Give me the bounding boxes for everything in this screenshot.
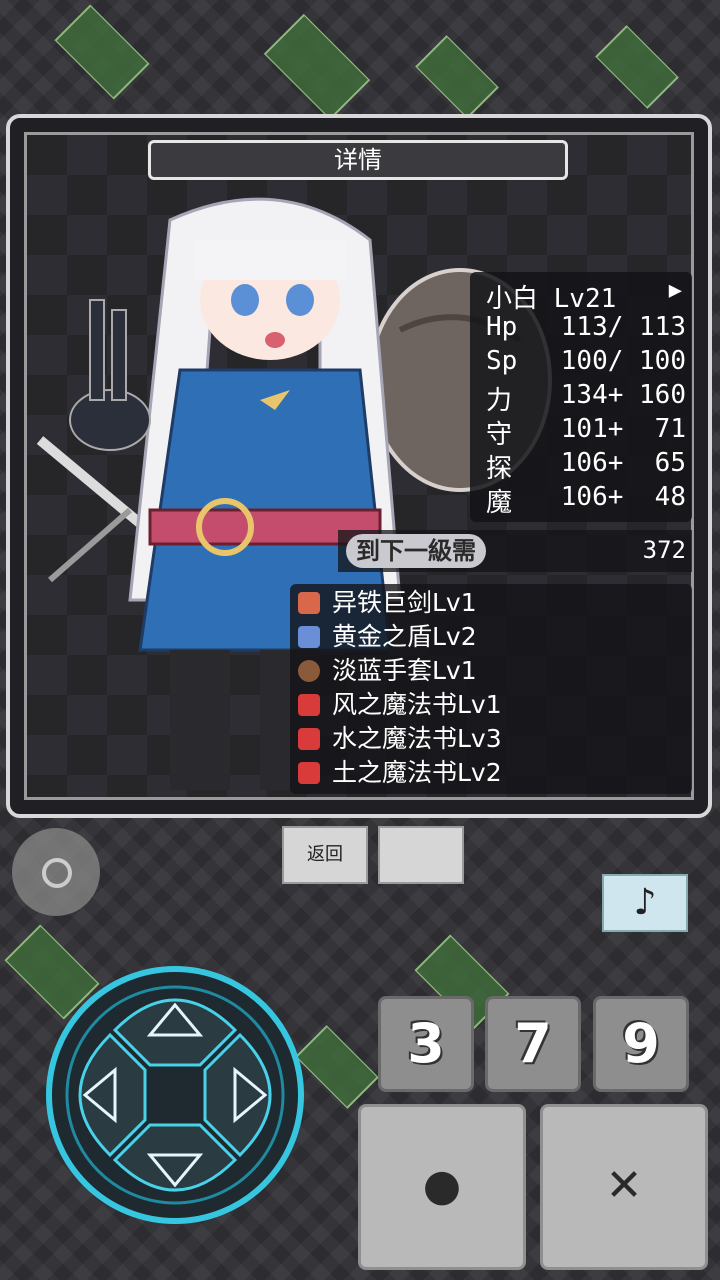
skill-button-7[interactable]: 7 [485, 996, 581, 1092]
stat-label: Hp [486, 312, 518, 342]
skill-button-9[interactable]: 9 [593, 996, 689, 1092]
stat-label: 守 [486, 420, 513, 450]
stat-row: 魔 106+ 48 [486, 482, 686, 518]
music-note-icon[interactable]: ♪ [602, 874, 688, 932]
stat-value: 101+ 71 [560, 414, 686, 444]
equipment-list: 异铁巨剑Lv1 黄金之盾Lv2 淡蓝手套Lv1 风之魔法书Lv1 水之魔法书Lv… [290, 584, 692, 794]
spellbook-icon [298, 762, 320, 784]
stat-row: 探 106+ 65 [486, 448, 686, 484]
stat-label: 探 [486, 454, 513, 484]
back-button[interactable]: 返回 [282, 826, 368, 884]
stat-value: 106+ 48 [560, 482, 686, 512]
stat-value: 100/ 100 [560, 346, 686, 376]
stat-row: Sp 100/ 100 [486, 346, 686, 380]
stat-row: 力 134+ 160 [486, 380, 686, 416]
stat-value: 134+ 160 [560, 380, 686, 410]
next-level-label: 到下一級需 [346, 534, 486, 568]
stat-row: 守 101+ 71 [486, 414, 686, 450]
equipment-name: 土之魔法书Lv2 [332, 758, 502, 787]
panel-title: 详情 [148, 140, 568, 180]
blank-button[interactable] [378, 826, 464, 884]
stat-label: 力 [486, 386, 513, 416]
next-character-arrow-icon[interactable]: ▶ [669, 278, 682, 303]
stat-label: 魔 [486, 488, 513, 518]
spellbook-icon [298, 728, 320, 750]
equipment-name: 风之魔法书Lv1 [332, 690, 502, 719]
stat-row: Hp 113/ 113 [486, 312, 686, 346]
stat-value: 106+ 65 [560, 448, 686, 478]
spellbook-icon [298, 694, 320, 716]
sword-icon [298, 592, 320, 614]
equipment-name: 淡蓝手套Lv1 [332, 656, 477, 685]
stats-box: 小白 Lv21 ▶ Hp 113/ 113 Sp 100/ 100 力 134+… [470, 272, 692, 522]
equipment-name: 异铁巨剑Lv1 [332, 588, 477, 617]
character-name-level: 小白 Lv21 [486, 284, 617, 314]
skill-button-3[interactable]: 3 [378, 996, 474, 1092]
name-level-row: 小白 Lv21 ▶ [486, 278, 686, 314]
next-level-row: 到下一級需 372 [338, 530, 692, 572]
settings-gear-icon[interactable] [12, 828, 100, 916]
equipment-name: 黄金之盾Lv2 [332, 622, 477, 651]
stat-value: 113/ 113 [560, 312, 686, 342]
cancel-button[interactable]: ✕ [540, 1104, 708, 1270]
next-level-value: 372 [642, 536, 686, 564]
stat-label: Sp [486, 346, 518, 376]
glove-icon [298, 660, 320, 682]
shield-icon [298, 626, 320, 648]
dpad [46, 966, 304, 1224]
confirm-button[interactable]: ● [358, 1104, 526, 1270]
equipment-name: 水之魔法书Lv3 [332, 724, 502, 753]
